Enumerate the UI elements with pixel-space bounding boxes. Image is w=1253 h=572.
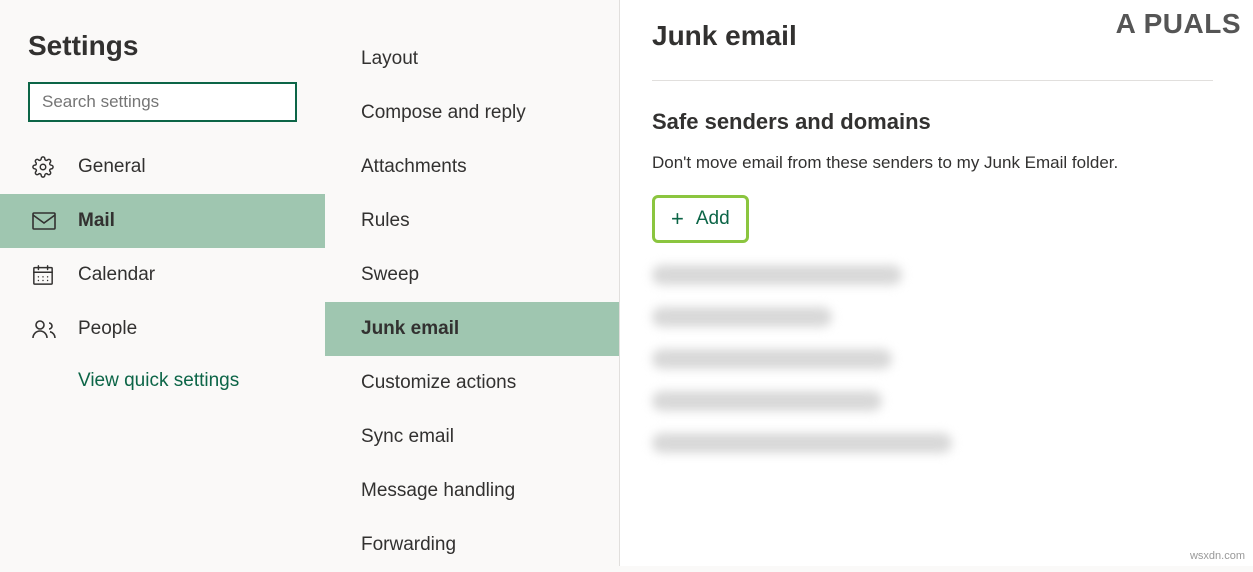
sub-item-layout[interactable]: Layout: [325, 32, 619, 86]
safe-senders-list: [652, 265, 1213, 453]
plus-icon: +: [671, 208, 684, 230]
nav-item-general[interactable]: General: [0, 140, 325, 194]
list-item[interactable]: [652, 349, 892, 369]
sub-item-message-handling[interactable]: Message handling: [325, 464, 619, 518]
list-item[interactable]: [652, 307, 832, 327]
search-input[interactable]: [42, 92, 283, 112]
settings-sidebar: Settings General Mail Calendar People Vi…: [0, 0, 325, 566]
section-desc: Don't move email from these senders to m…: [652, 153, 1213, 173]
mail-submenu: Layout Compose and reply Attachments Rul…: [325, 0, 620, 566]
people-icon: [32, 319, 60, 339]
gear-icon: [32, 156, 60, 178]
list-item[interactable]: [652, 391, 882, 411]
appuals-logo: A PUALS: [1116, 8, 1241, 40]
sub-item-rules[interactable]: Rules: [325, 194, 619, 248]
nav-label: General: [78, 156, 146, 178]
view-quick-settings-link[interactable]: View quick settings: [0, 356, 325, 392]
sub-item-sync[interactable]: Sync email: [325, 410, 619, 464]
content-panel: Junk email Safe senders and domains Don'…: [620, 0, 1253, 566]
settings-title: Settings: [0, 20, 325, 82]
search-settings-box[interactable]: [28, 82, 297, 122]
add-button[interactable]: + Add: [652, 195, 749, 243]
attribution: wsxdn.com: [1190, 550, 1245, 562]
nav-label: People: [78, 318, 137, 340]
list-item[interactable]: [652, 433, 952, 453]
sub-item-forwarding[interactable]: Forwarding: [325, 518, 619, 572]
mail-icon: [32, 212, 60, 230]
section-title: Safe senders and domains: [652, 109, 1213, 135]
divider: [652, 80, 1213, 81]
nav-label: Calendar: [78, 264, 155, 286]
sub-item-compose[interactable]: Compose and reply: [325, 86, 619, 140]
sub-item-junk-email[interactable]: Junk email: [325, 302, 619, 356]
nav-item-people[interactable]: People: [0, 302, 325, 356]
sub-item-customize[interactable]: Customize actions: [325, 356, 619, 410]
sub-item-sweep[interactable]: Sweep: [325, 248, 619, 302]
calendar-icon: [32, 264, 60, 286]
nav-label: Mail: [78, 210, 115, 232]
list-item[interactable]: [652, 265, 902, 285]
add-label: Add: [696, 208, 730, 230]
nav-item-mail[interactable]: Mail: [0, 194, 325, 248]
nav-item-calendar[interactable]: Calendar: [0, 248, 325, 302]
sub-item-attachments[interactable]: Attachments: [325, 140, 619, 194]
